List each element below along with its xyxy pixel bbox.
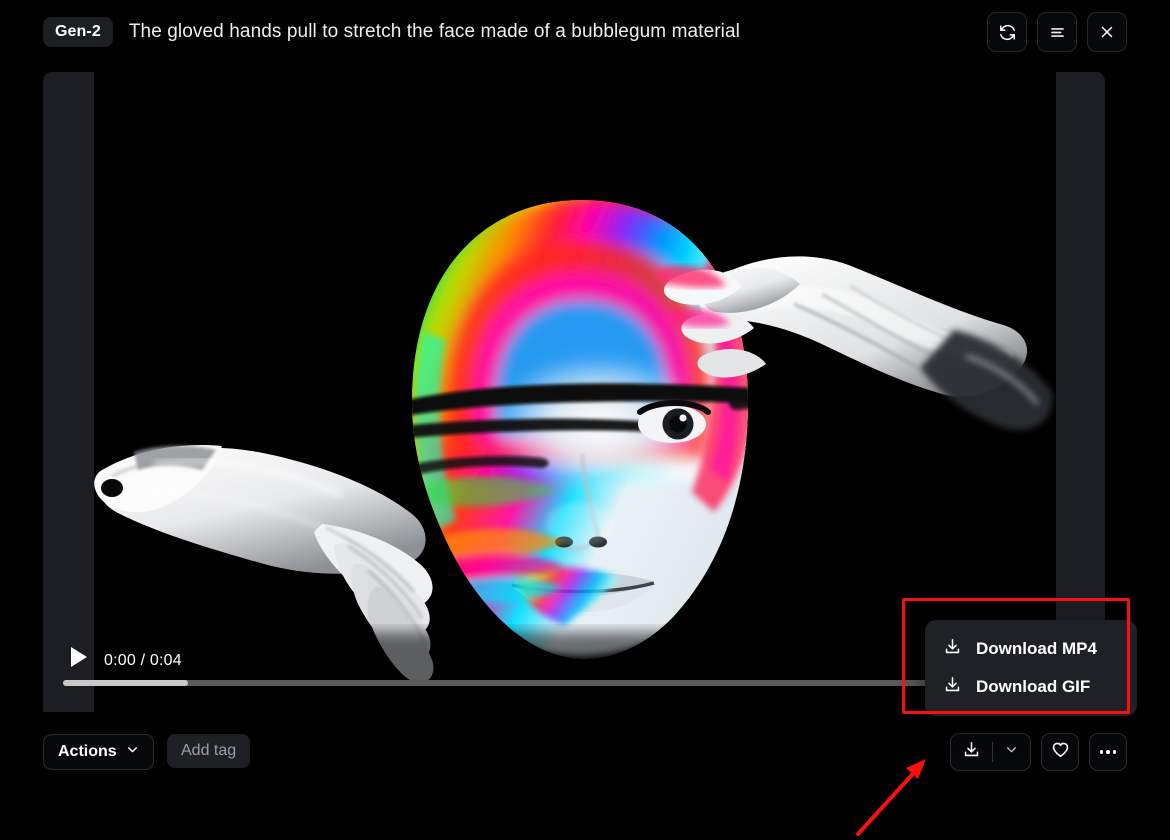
- page-title: The gloved hands pull to stretch the fac…: [128, 21, 740, 42]
- menu-item-label: Download GIF: [976, 677, 1091, 696]
- play-button[interactable]: [64, 642, 94, 672]
- chevron-down-icon: [126, 743, 139, 761]
- download-icon: [943, 637, 962, 661]
- download-dropdown-menu: Download MP4 Download GIF: [925, 620, 1137, 716]
- bottom-toolbar: Actions Add tag: [0, 728, 1170, 776]
- download-icon: [943, 675, 962, 699]
- details-button[interactable]: [1037, 12, 1077, 52]
- download-split-button[interactable]: [950, 733, 1031, 771]
- header-actions: [987, 12, 1127, 52]
- actions-label: Actions: [58, 743, 117, 760]
- actions-button[interactable]: Actions: [43, 734, 154, 770]
- add-tag-button[interactable]: Add tag: [167, 734, 251, 768]
- download-icon: [962, 740, 981, 764]
- download-options-button[interactable]: [993, 734, 1030, 770]
- menu-item-label: Download MP4: [976, 639, 1097, 658]
- chevron-down-icon: [1005, 743, 1018, 761]
- video-stage[interactable]: [94, 72, 1056, 712]
- video-player: 0:00 / 0:04: [43, 72, 1105, 712]
- download-button[interactable]: [951, 734, 992, 770]
- add-tag-label: Add tag: [181, 742, 237, 759]
- timecode-label: 0:00 / 0:04: [104, 652, 182, 669]
- heart-icon: [1051, 740, 1070, 764]
- close-icon: [1098, 23, 1116, 41]
- menu-item-download-mp4[interactable]: Download MP4: [925, 630, 1137, 668]
- more-options-button[interactable]: [1089, 733, 1127, 771]
- video-frame: [94, 72, 1056, 712]
- play-icon: [71, 647, 87, 667]
- list-icon: [1048, 23, 1067, 42]
- right-tool-group: [950, 733, 1127, 771]
- favorite-button[interactable]: [1041, 733, 1079, 771]
- menu-item-download-gif[interactable]: Download GIF: [925, 668, 1137, 706]
- progress-fill: [63, 680, 189, 686]
- refresh-icon: [998, 23, 1017, 42]
- ellipsis-icon: [1099, 750, 1117, 754]
- close-button[interactable]: [1087, 12, 1127, 52]
- app-root: Gen-2 The gloved hands pull to stretch t…: [0, 0, 1170, 840]
- regenerate-button[interactable]: [987, 12, 1027, 52]
- model-badge: Gen-2: [43, 17, 113, 47]
- header-bar: Gen-2 The gloved hands pull to stretch t…: [0, 0, 1170, 64]
